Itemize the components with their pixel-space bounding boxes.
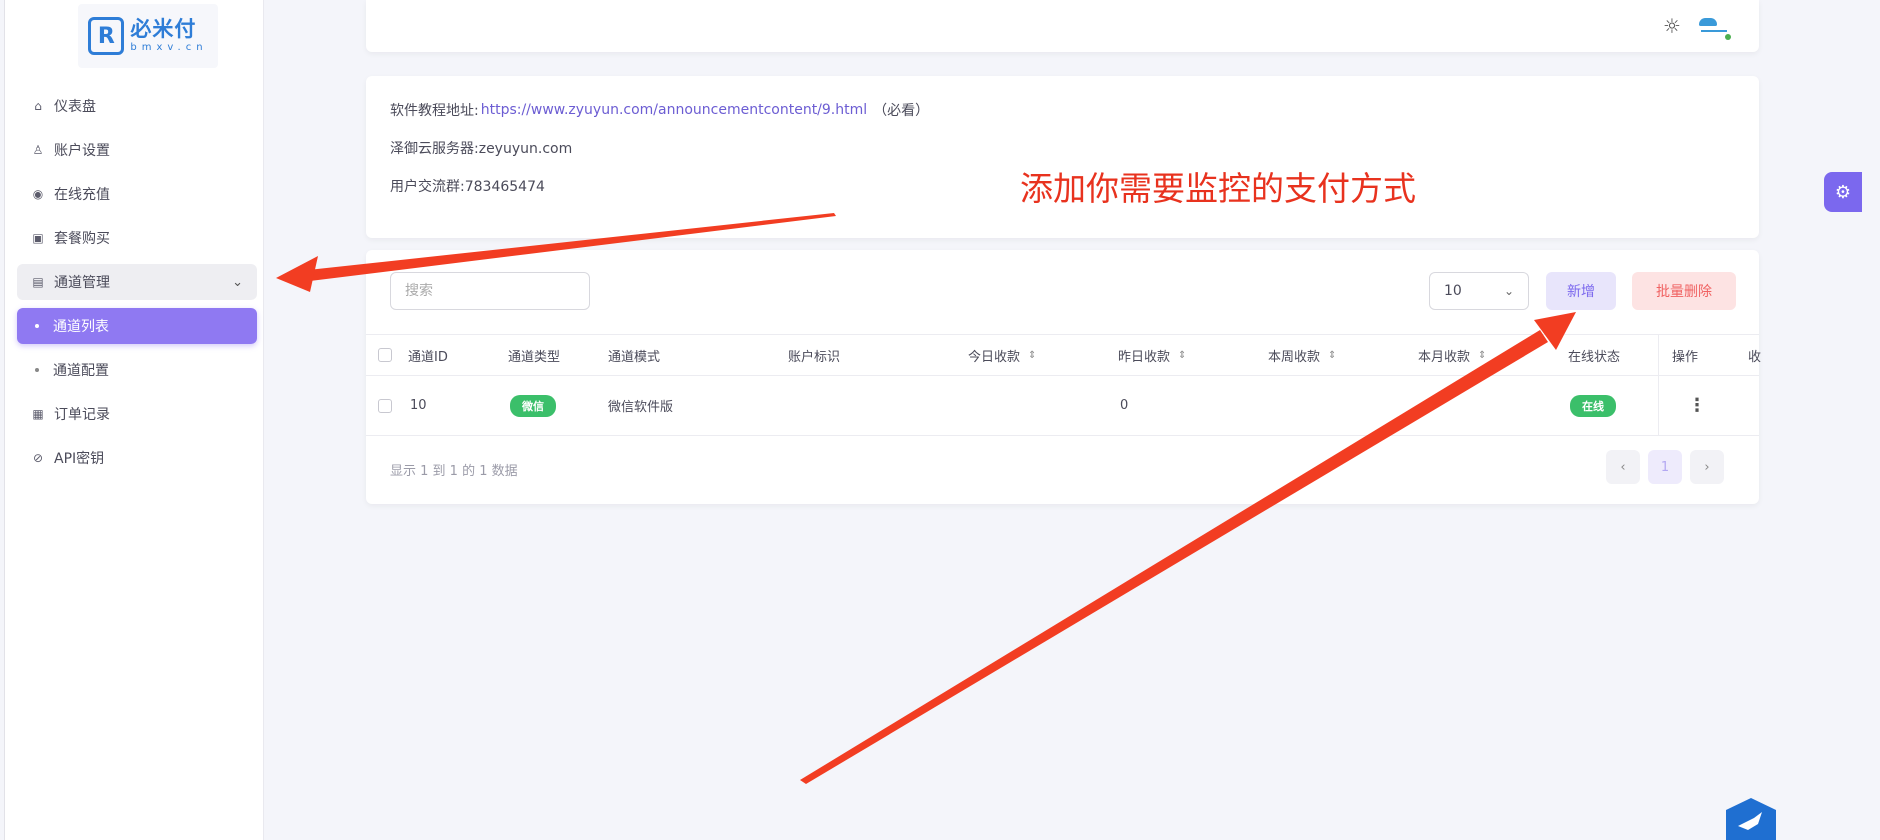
chevron-down-icon: ⌄ — [232, 274, 243, 290]
sidebar-item-channel-config[interactable]: 通道配置 — [17, 352, 257, 388]
gear-icon: ⚙ — [1834, 181, 1852, 203]
sidebar-item-label: API密钥 — [54, 451, 105, 467]
sidebar: R 必米付 bmxv.cn ⌂ 仪表盘 ♙ 账户设置 ◉ 在线充值 ▣ 套餐购买… — [4, 0, 264, 840]
page-button[interactable]: 1 — [1648, 450, 1682, 484]
sidebar-item-label: 账户设置 — [54, 143, 110, 159]
sidebar-item-packages[interactable]: ▣ 套餐购买 — [17, 220, 257, 256]
coin-icon: ◉ — [32, 187, 44, 201]
sidebar-item-label: 通道列表 — [53, 319, 109, 335]
channel-type-badge: 微信 — [510, 394, 556, 417]
cell-channel-id: 10 — [410, 398, 427, 413]
package-icon: ▣ — [32, 231, 44, 245]
select-all-checkbox[interactable] — [378, 348, 392, 362]
floating-settings-button[interactable]: ⚙ — [1824, 172, 1862, 212]
header-label: 昨日收款 — [1118, 349, 1171, 365]
search-input[interactable] — [390, 272, 590, 310]
header-week-income[interactable]: 本周收款 ⇕ — [1268, 335, 1336, 375]
sort-icon: ⇕ — [1328, 349, 1337, 361]
next-page-button[interactable]: › — [1690, 450, 1724, 484]
annotation-text: 添加你需要监控的支付方式 — [1020, 169, 1416, 208]
header-online-status: 在线状态 — [1568, 349, 1621, 365]
page-size-value: 10 — [1444, 283, 1462, 299]
pagination-summary: 显示 1 到 1 的 1 数据 — [390, 464, 518, 479]
user-icon: ♙ — [32, 143, 44, 157]
cell-channel-mode: 微信软件版 — [608, 400, 674, 415]
sidebar-item-label: 在线充值 — [54, 187, 110, 203]
order-icon: ▦ — [32, 407, 44, 421]
bullet-icon — [35, 368, 39, 372]
sidebar-item-api-key[interactable]: ⊘ API密钥 — [17, 440, 257, 476]
sidebar-item-orders[interactable]: ▦ 订单记录 — [17, 396, 257, 432]
theme-toggle-sun-icon[interactable]: ☼ — [1661, 15, 1683, 37]
add-channel-button[interactable]: 新增 — [1546, 272, 1616, 310]
top-header: ☼ — [366, 0, 1759, 52]
table-header: 通道ID 通道类型 通道模式 账户标识 今日收款 ⇕ 昨日收款 ⇕ 本周收款 ⇕ 本月… — [366, 334, 1762, 376]
sidebar-item-channel-list[interactable]: 通道列表 — [17, 308, 257, 344]
announcement-card: 软件教程地址: https://www.zyuyun.com/announcem… — [366, 76, 1759, 238]
header-actions: 操作 — [1672, 349, 1699, 365]
header-label: 今日收款 — [968, 349, 1021, 365]
online-status-dot — [1725, 34, 1731, 40]
sidebar-item-label: 通道管理 — [54, 275, 110, 291]
header-month-income[interactable]: 本月收款 ⇕ — [1418, 335, 1486, 375]
tutorial-link[interactable]: https://www.zyuyun.com/announcementconte… — [481, 102, 867, 118]
cell-yesterday-income: 0 — [1120, 398, 1129, 413]
avatar[interactable] — [1695, 14, 1735, 40]
channel-table-card: 10 ⌄ 新增 批量删除 通道ID 通道类型 通道模式 账户标识 今日收款⇕ 昨… — [366, 250, 1762, 504]
chevron-down-icon: ⌄ — [1503, 284, 1514, 298]
sidebar-item-label: 通道配置 — [53, 363, 109, 379]
sidebar-item-label: 订单记录 — [54, 407, 110, 423]
bullet-icon — [35, 324, 39, 328]
prev-page-button[interactable]: ‹ — [1606, 450, 1640, 484]
sidebar-item-recharge[interactable]: ◉ 在线充值 — [17, 176, 257, 212]
sort-icon: ⇕ — [1478, 349, 1487, 361]
row-checkbox[interactable] — [378, 398, 392, 413]
logo-mark-icon: R — [88, 17, 125, 55]
sidebar-item-channel-management[interactable]: ▤ 通道管理 ⌄ — [17, 264, 257, 300]
server-info: 泽御云服务器:zeyuyun.com — [390, 141, 573, 157]
sidebar-item-account-settings[interactable]: ♙ 账户设置 — [17, 132, 257, 168]
header-yesterday-income[interactable]: 昨日收款 ⇕ — [1118, 335, 1186, 375]
row-actions-menu-icon[interactable]: ⋮ — [1688, 395, 1706, 416]
sidebar-item-label: 仪表盘 — [54, 99, 96, 115]
header-today-income[interactable]: 今日收款 ⇕ — [968, 335, 1036, 375]
channel-icon: ▤ — [32, 275, 44, 289]
bird-logo-icon[interactable] — [1724, 798, 1778, 840]
column-divider — [1658, 334, 1659, 436]
brand-name: 必米付 — [130, 17, 197, 41]
online-status-badge: 在线 — [1570, 394, 1616, 417]
header-truncated: 收 — [1748, 349, 1762, 365]
header-channel-mode: 通道模式 — [608, 349, 661, 365]
sidebar-item-dashboard[interactable]: ⌂ 仪表盘 — [17, 88, 257, 124]
page-size-select[interactable]: 10 ⌄ — [1429, 272, 1529, 310]
header-label: 本月收款 — [1418, 349, 1471, 365]
sort-icon: ⇕ — [1178, 349, 1187, 361]
table-row: 10 微信 微信软件版 0 在线 ⋮ — [366, 376, 1759, 436]
batch-delete-button[interactable]: 批量删除 — [1632, 272, 1736, 310]
tutorial-label: 软件教程地址: — [390, 103, 479, 119]
header-channel-type: 通道类型 — [508, 349, 561, 365]
brand-domain: bmxv.cn — [130, 42, 208, 53]
header-label: 本周收款 — [1268, 349, 1321, 365]
tutorial-note: （必看） — [873, 103, 930, 119]
header-channel-id: 通道ID — [408, 349, 448, 365]
sidebar-nav: ⌂ 仪表盘 ♙ 账户设置 ◉ 在线充值 ▣ 套餐购买 ▤ 通道管理 ⌄ 通道列表… — [17, 88, 257, 484]
sidebar-item-label: 套餐购买 — [54, 231, 110, 247]
header-account-id: 账户标识 — [788, 349, 841, 365]
brand-logo[interactable]: R 必米付 bmxv.cn — [78, 4, 218, 68]
key-icon: ⊘ — [32, 451, 44, 465]
sort-icon: ⇕ — [1028, 349, 1037, 361]
home-icon: ⌂ — [34, 99, 42, 113]
